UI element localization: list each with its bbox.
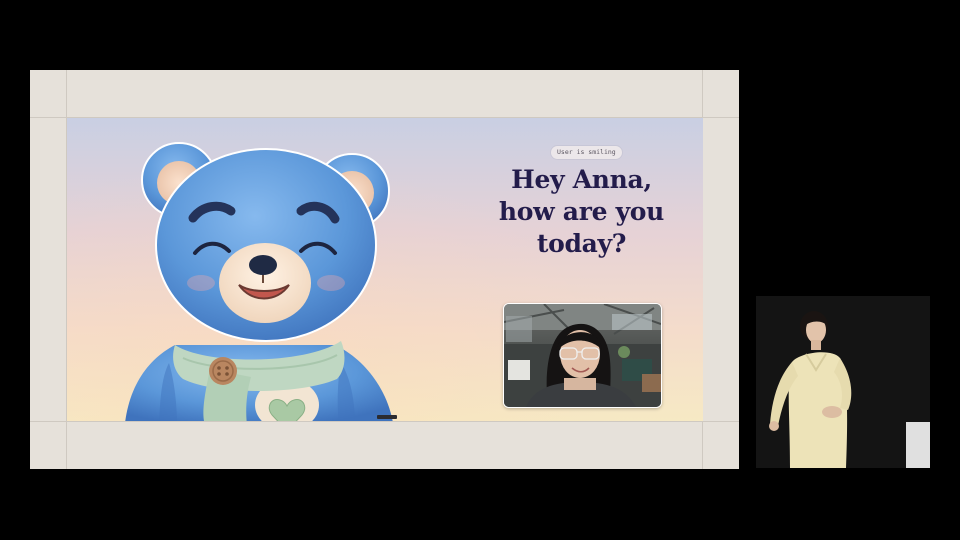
greeting-heading: Hey Anna, how are you today? bbox=[469, 164, 694, 260]
bear-nose bbox=[249, 255, 277, 275]
teddy-bear-character bbox=[125, 142, 393, 421]
bear-muzzle bbox=[219, 243, 311, 323]
status-badge: User is smiling bbox=[551, 146, 622, 159]
greeting-line-2: how are you bbox=[498, 197, 665, 226]
presenter-inset-video bbox=[756, 296, 930, 468]
user-webcam-tile bbox=[503, 303, 662, 408]
webcam-feed bbox=[504, 304, 661, 407]
greeting-line-1: Hey Anna, bbox=[511, 165, 652, 194]
guide-line-bottom bbox=[30, 421, 739, 422]
presenter-feed bbox=[756, 296, 930, 468]
greeting-line-3: today? bbox=[536, 229, 627, 258]
scrub-indicator bbox=[377, 415, 397, 419]
app-stage: User is smiling Hey Anna, how are you to… bbox=[67, 118, 703, 421]
